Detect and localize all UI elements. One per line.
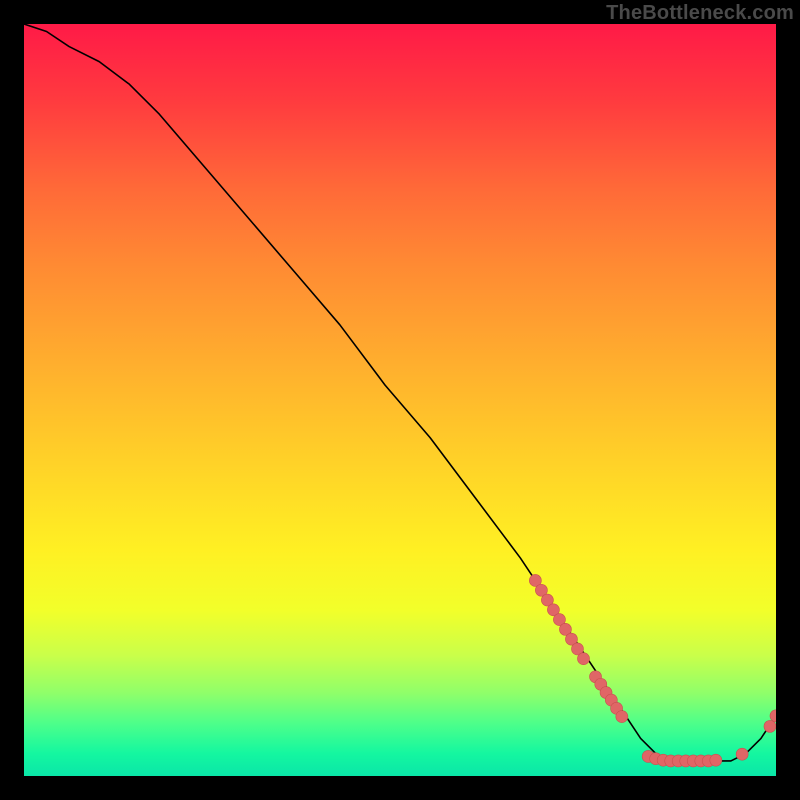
data-point	[710, 754, 722, 766]
chart-svg	[24, 24, 776, 776]
plot-area	[24, 24, 776, 776]
data-markers	[529, 574, 776, 766]
data-point	[770, 710, 776, 722]
data-point	[616, 711, 628, 723]
data-point	[577, 653, 589, 665]
chart-container: TheBottleneck.com	[0, 0, 800, 800]
data-point	[736, 748, 748, 760]
data-point	[764, 720, 776, 732]
watermark-text: TheBottleneck.com	[606, 2, 794, 25]
bottleneck-curve	[24, 24, 776, 761]
